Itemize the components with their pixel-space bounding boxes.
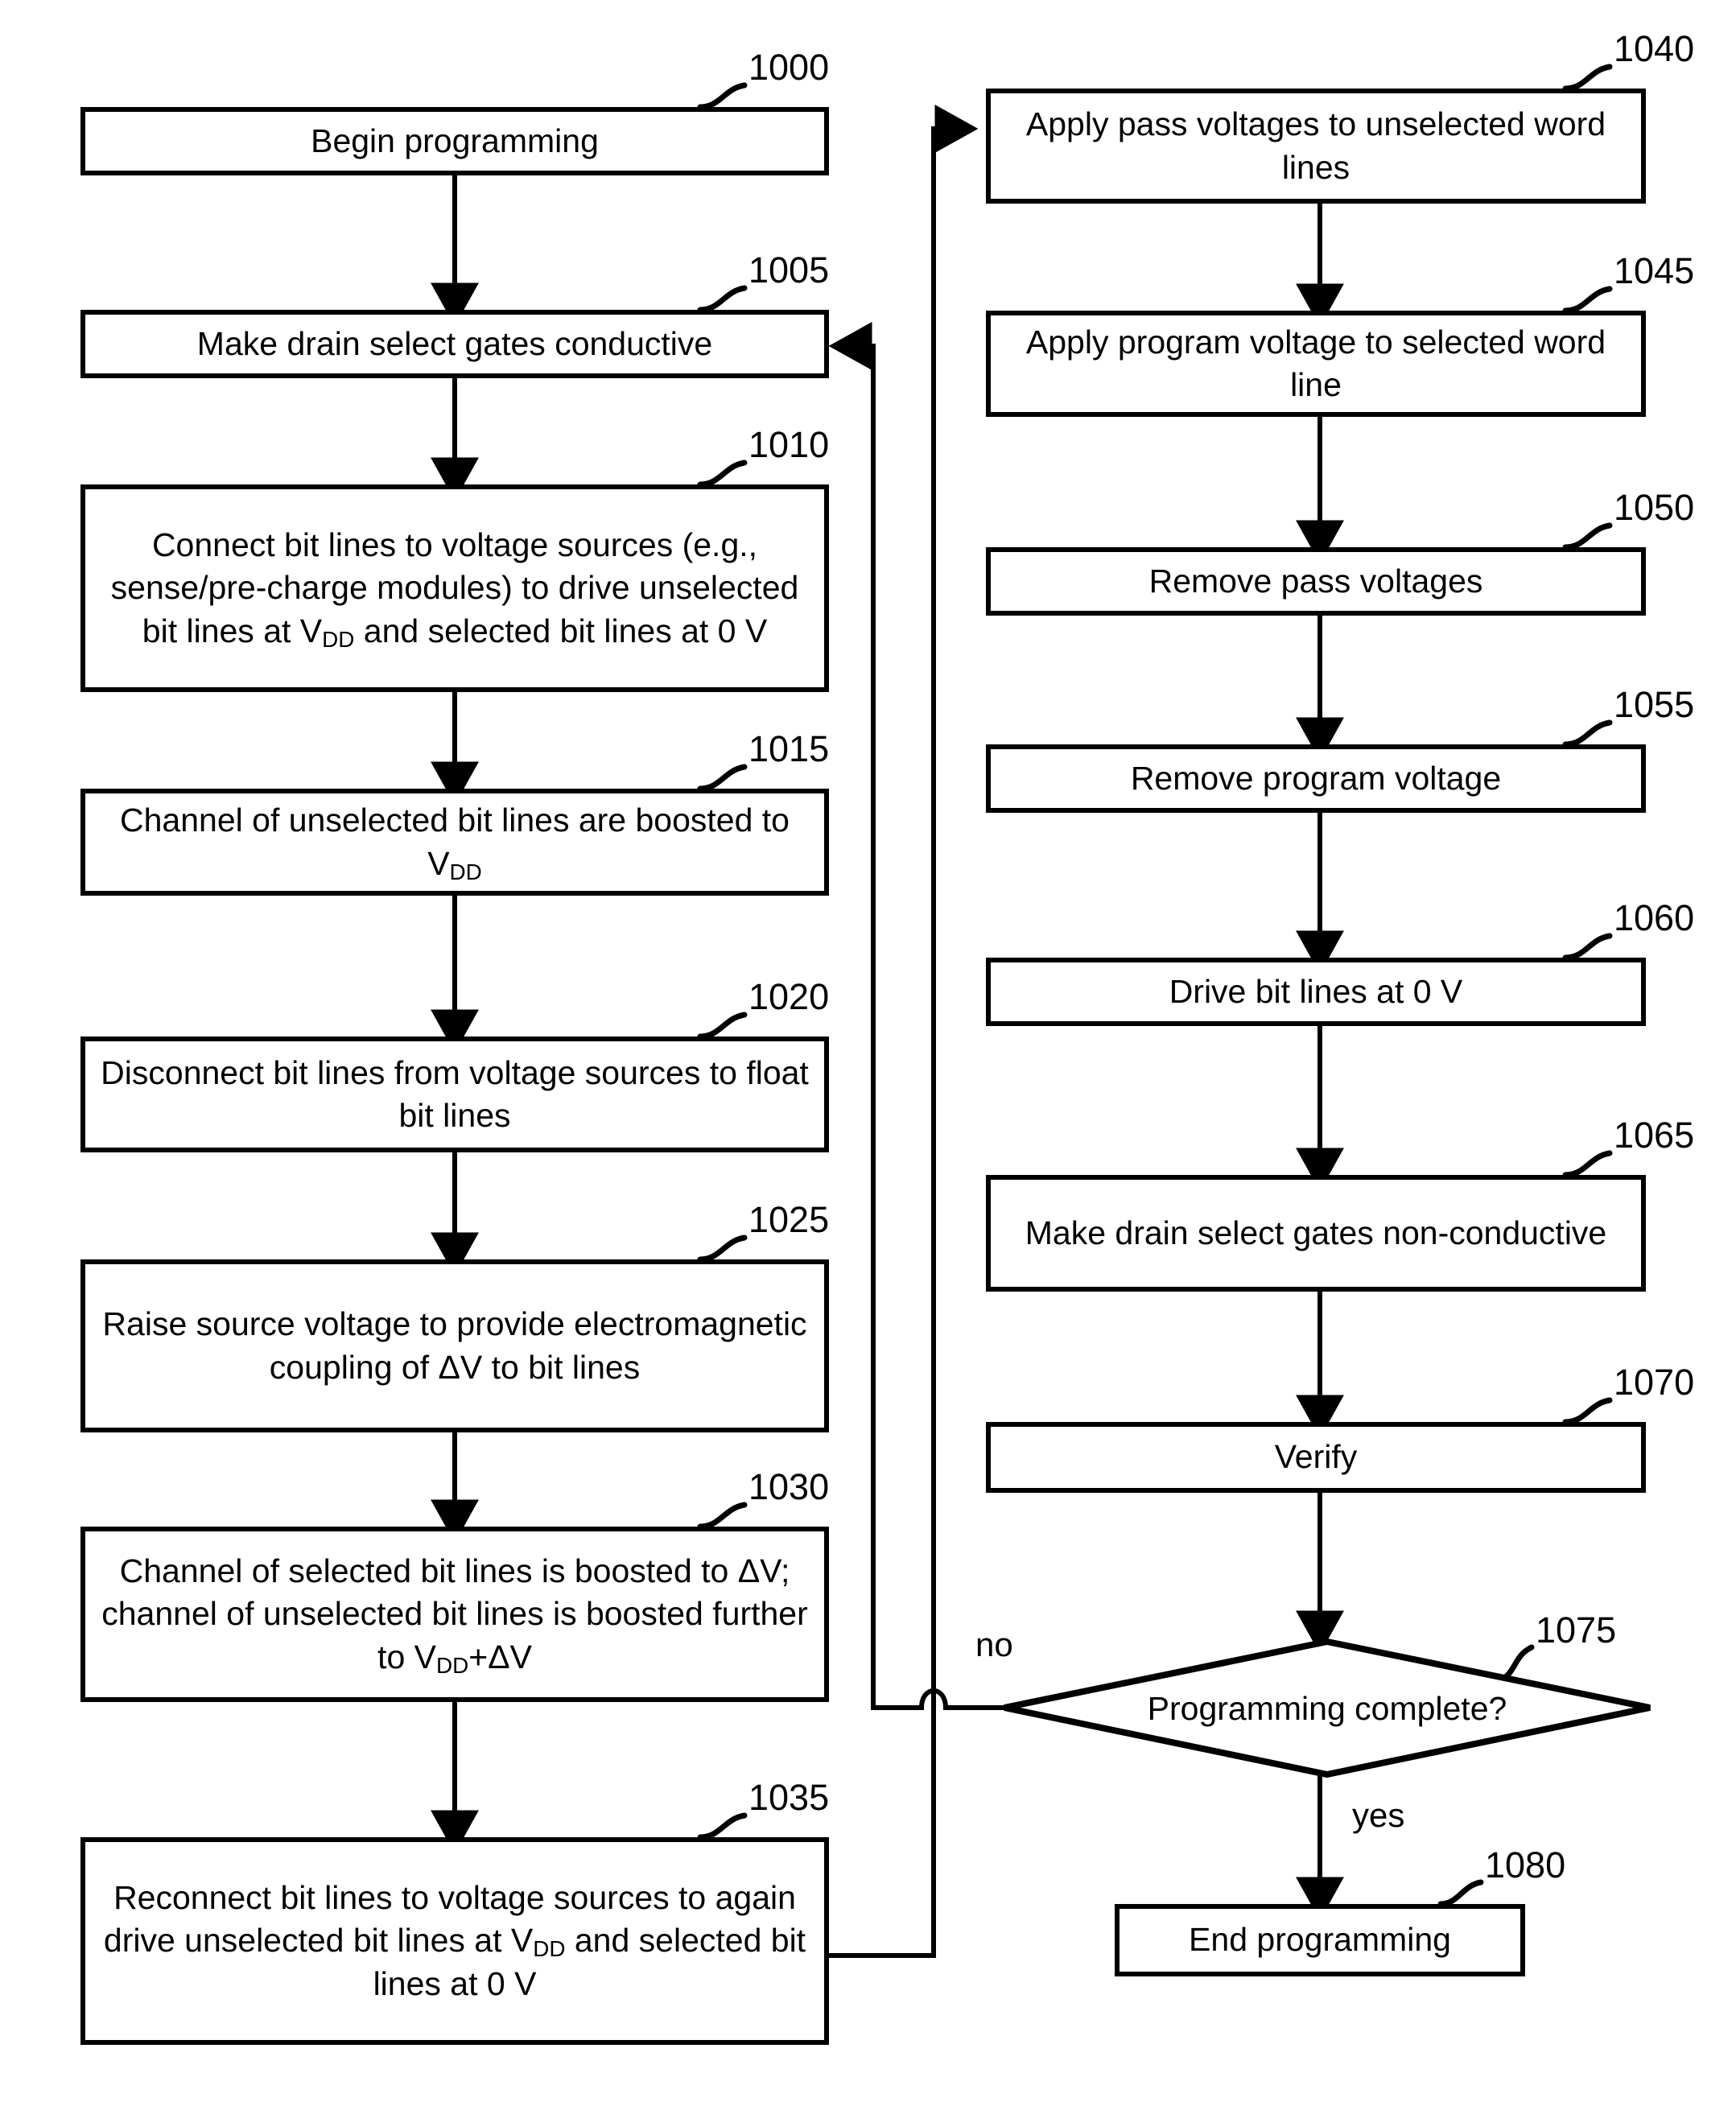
- node-1010-connect-bit-lines[interactable]: Connect bit lines to voltage sources (e.…: [80, 484, 829, 692]
- ref-numeral-1000: 1000: [748, 47, 830, 88]
- leader-1045: [1562, 286, 1613, 314]
- ref-numeral-1005: 1005: [748, 249, 830, 291]
- node-1055-label: Remove program voltage: [1130, 759, 1502, 797]
- leader-1015: [697, 764, 748, 792]
- ref-numeral-1010: 1010: [748, 424, 830, 465]
- leader-1025: [697, 1234, 748, 1263]
- ref-numeral-1035: 1035: [748, 1777, 830, 1818]
- node-1060-drive-bit-lines-0v[interactable]: Drive bit lines at 0 V: [986, 958, 1646, 1026]
- figure-canvas: Begin programming Make drain select gate…: [0, 0, 1736, 2106]
- leader-1070: [1562, 1397, 1613, 1425]
- node-1040-label: Apply pass voltages to unselected word l…: [1025, 105, 1606, 186]
- leader-1080: [1437, 1879, 1484, 1907]
- node-1015-label: Channel of unselected bit lines are boos…: [120, 802, 790, 884]
- node-1070-verify[interactable]: Verify: [986, 1422, 1646, 1493]
- node-1050-label: Remove pass voltages: [1148, 562, 1483, 600]
- node-1065-make-drain-select-gates-non-conductive[interactable]: Make drain select gates non-conductive: [986, 1175, 1646, 1292]
- ref-numeral-1080: 1080: [1485, 1844, 1566, 1886]
- node-1000-label: Begin programming: [311, 122, 599, 159]
- leader-1035: [697, 1812, 748, 1840]
- node-1025-raise-source-voltage[interactable]: Raise source voltage to provide electrom…: [80, 1259, 829, 1432]
- node-1035-label: Reconnect bit lines to voltage sources t…: [103, 1879, 806, 2002]
- leader-1065: [1562, 1150, 1613, 1178]
- node-1040-apply-pass-voltages[interactable]: Apply pass voltages to unselected word l…: [986, 89, 1646, 204]
- node-1075-decision-label: Programming complete?: [1147, 1690, 1507, 1727]
- node-1080-label: End programming: [1189, 1921, 1451, 1959]
- node-1010-label: Connect bit lines to voltage sources (e.…: [110, 526, 799, 652]
- leader-1020: [697, 1012, 748, 1040]
- ref-numeral-1070: 1070: [1614, 1362, 1695, 1403]
- ref-numeral-1040: 1040: [1614, 28, 1695, 69]
- node-1030-channel-selected-boosted[interactable]: Channel of selected bit lines is boosted…: [80, 1527, 829, 1702]
- node-1000-begin-programming[interactable]: Begin programming: [80, 107, 829, 175]
- node-1070-label: Verify: [1274, 1438, 1358, 1476]
- ref-numeral-1015: 1015: [748, 728, 830, 769]
- edge-label-no: no: [975, 1626, 1013, 1663]
- node-1005-label: Make drain select gates conductive: [196, 324, 713, 362]
- leader-1050: [1562, 522, 1613, 550]
- edge-1075-no-to-1005: [828, 322, 1004, 1710]
- edge-label-yes: yes: [1352, 1796, 1405, 1834]
- leader-1060: [1562, 933, 1613, 961]
- node-1050-remove-pass-voltages[interactable]: Remove pass voltages: [986, 547, 1646, 616]
- node-1060-label: Drive bit lines at 0 V: [1169, 972, 1463, 1010]
- node-1015-channel-unselected-boosted[interactable]: Channel of unselected bit lines are boos…: [80, 789, 829, 896]
- node-1045-apply-program-voltage[interactable]: Apply program voltage to selected word l…: [986, 311, 1646, 417]
- leader-1040: [1562, 64, 1613, 92]
- leader-1005: [697, 285, 748, 313]
- leader-1000: [697, 82, 748, 110]
- node-1030-label: Channel of selected bit lines is boosted…: [101, 1552, 808, 1678]
- ref-numeral-1020: 1020: [748, 976, 830, 1017]
- node-1025-label: Raise source voltage to provide electrom…: [102, 1305, 807, 1386]
- leader-1055: [1562, 719, 1613, 748]
- ref-numeral-1025: 1025: [748, 1199, 830, 1240]
- ref-numeral-1075: 1075: [1536, 1609, 1617, 1651]
- ref-numeral-1060: 1060: [1614, 897, 1695, 938]
- node-1045-label: Apply program voltage to selected word l…: [1025, 323, 1606, 403]
- ref-numeral-1030: 1030: [748, 1466, 830, 1507]
- ref-numeral-1065: 1065: [1614, 1115, 1695, 1156]
- node-1035-reconnect-bit-lines[interactable]: Reconnect bit lines to voltage sources t…: [80, 1837, 829, 2045]
- node-1020-disconnect-bit-lines[interactable]: Disconnect bit lines from voltage source…: [80, 1037, 829, 1152]
- leader-1010: [697, 460, 748, 488]
- ref-numeral-1045: 1045: [1614, 250, 1695, 291]
- leader-1030: [697, 1502, 748, 1530]
- node-1065-label: Make drain select gates non-conductive: [1025, 1214, 1607, 1251]
- node-1080-end-programming[interactable]: End programming: [1115, 1904, 1525, 1976]
- node-1020-label: Disconnect bit lines from voltage source…: [101, 1053, 809, 1134]
- ref-numeral-1050: 1050: [1614, 487, 1695, 528]
- node-1055-remove-program-voltage[interactable]: Remove program voltage: [986, 744, 1646, 813]
- edge-1035-to-1040-feedback: [829, 105, 979, 1958]
- ref-numeral-1055: 1055: [1614, 684, 1695, 725]
- node-1005-make-drain-select-gates-conductive[interactable]: Make drain select gates conductive: [80, 310, 829, 378]
